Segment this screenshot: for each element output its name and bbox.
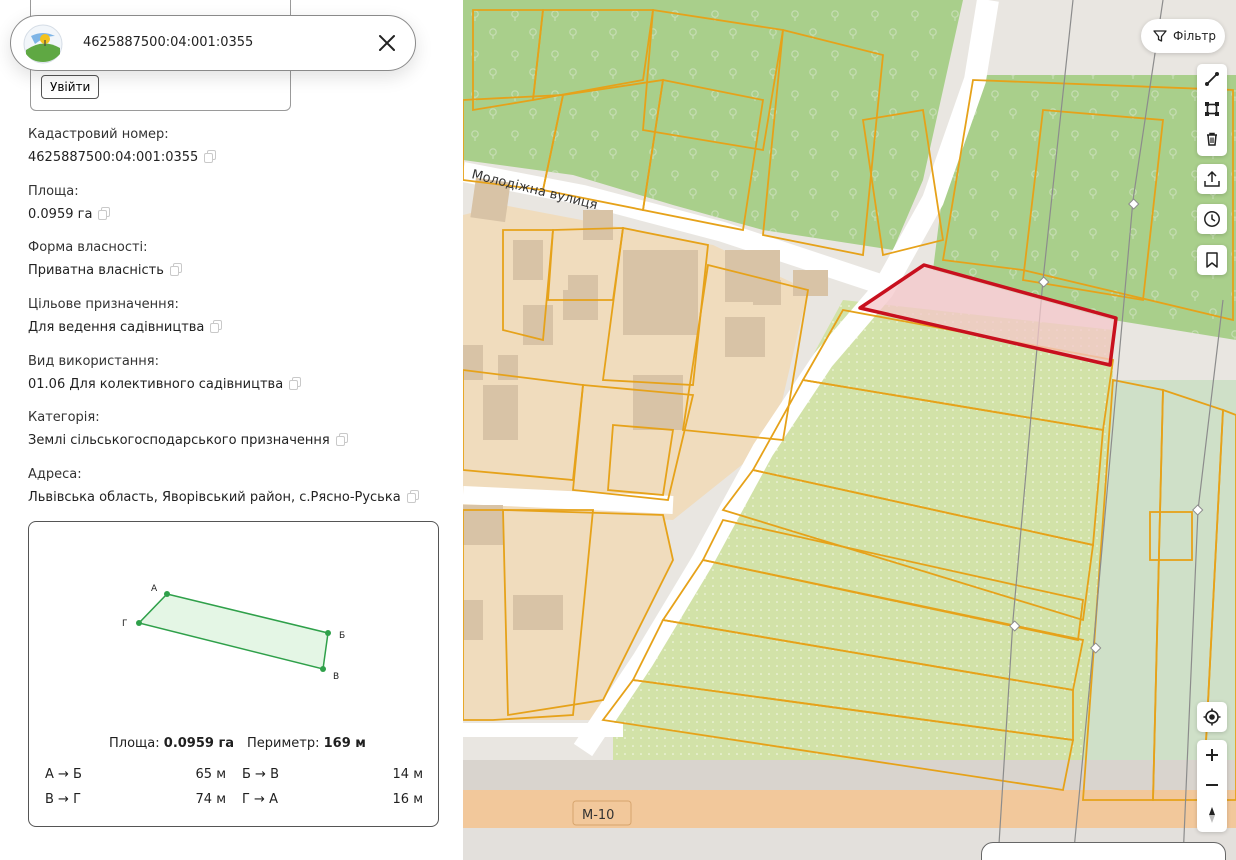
draw-line-button[interactable] — [1197, 64, 1227, 94]
clock-icon — [1204, 211, 1220, 227]
road-label: М-10 — [582, 808, 614, 823]
category-value: Землі сільськогосподарського призначення — [28, 433, 330, 448]
parcel-shape-diagram: А Б В Г — [122, 584, 345, 682]
shape-perimeter-label: Периметр: — [247, 736, 320, 751]
segment-length: 16 м — [392, 792, 423, 807]
vertex-marker — [325, 630, 331, 636]
segment-name: Б → В — [242, 767, 279, 782]
parcel-shape-polygon — [137, 593, 329, 670]
bottom-popup-edge[interactable] — [981, 842, 1226, 860]
parcel-shape-card: А Б В Г Площа: 0.0959 га Периметр: 169 м… — [28, 521, 439, 827]
parcel-info-panel: Увійти Кадастровий номер: 4625887500:04:… — [0, 0, 463, 860]
vertex-label-g: Г — [122, 619, 128, 629]
segment-length: 65 м — [195, 767, 226, 782]
minus-icon — [1206, 784, 1218, 786]
segment-name: А → Б — [45, 767, 82, 782]
zoom-in-button[interactable] — [1197, 740, 1227, 770]
filter-label: Фільтр — [1173, 29, 1217, 43]
copy-icon[interactable] — [406, 490, 419, 503]
cadastral-number-value: 4625887500:04:001:0355 — [28, 150, 199, 165]
usage-field: Вид використання: 01.06 Для колективного… — [28, 354, 302, 392]
upload-icon — [1204, 170, 1220, 187]
vertex-marker — [320, 666, 326, 672]
copy-icon[interactable] — [210, 320, 223, 333]
category-label: Категорія: — [28, 410, 100, 425]
compass-icon — [1209, 807, 1215, 823]
shape-area-label: Площа: — [109, 736, 160, 751]
vertex-label-v: В — [333, 672, 339, 682]
ownership-label: Форма власності: — [28, 240, 148, 255]
zoom-controls — [1197, 740, 1227, 832]
shape-area-summary: Площа: 0.0959 га — [109, 736, 234, 751]
ownership-value: Приватна власність — [28, 263, 164, 278]
area-label: Площа: — [28, 184, 79, 199]
category-field: Категорія: Землі сільськогосподарського … — [28, 410, 348, 448]
bookmark-button[interactable] — [1197, 245, 1227, 275]
app-root: Увійти Кадастровий номер: 4625887500:04:… — [0, 0, 1236, 860]
draw-polygon-button[interactable] — [1197, 94, 1227, 124]
trash-icon — [1207, 132, 1217, 146]
vertex-marker — [136, 620, 142, 626]
plus-icon — [1206, 749, 1218, 761]
area-value: 0.0959 га — [28, 207, 93, 222]
segment-length: 14 м — [392, 767, 423, 782]
compass-button[interactable] — [1197, 800, 1227, 830]
area-field: Площа: 0.0959 га — [28, 184, 111, 222]
ownership-field: Форма власності: Приватна власність — [28, 240, 182, 278]
locate-icon — [1203, 708, 1221, 726]
draw-tools — [1197, 64, 1227, 156]
copy-icon[interactable] — [98, 207, 111, 220]
history-button[interactable] — [1197, 204, 1227, 234]
purpose-value: Для ведення садівництва — [28, 320, 205, 335]
segment-length: 74 м — [195, 792, 226, 807]
shape-perimeter-value: 169 м — [323, 736, 366, 751]
export-button[interactable] — [1197, 164, 1227, 194]
draw-polygon-icon — [1205, 102, 1219, 116]
copy-icon[interactable] — [169, 263, 182, 276]
app-logo — [23, 24, 63, 64]
login-button[interactable]: Увійти — [41, 75, 100, 99]
close-icon[interactable] — [375, 31, 399, 55]
segment-name: В → Г — [45, 792, 82, 807]
bookmark-icon — [1206, 252, 1218, 268]
cadastral-number-field: Кадастровий номер: 4625887500:04:001:035… — [28, 127, 217, 165]
shape-perimeter-summary: Периметр: 169 м — [247, 736, 366, 751]
search-query[interactable]: 4625887500:04:001:0355 — [83, 35, 253, 50]
address-label: Адреса: — [28, 467, 82, 482]
filter-button[interactable]: Фільтр — [1141, 19, 1225, 53]
segment-name: Г → А — [242, 792, 278, 807]
vertex-label-b: Б — [339, 631, 345, 641]
copy-icon[interactable] — [335, 433, 348, 446]
address-field: Адреса: Львівська область, Яворівський р… — [28, 467, 419, 505]
funnel-icon — [1153, 30, 1167, 42]
copy-icon[interactable] — [204, 150, 217, 163]
vertex-label-a: А — [151, 584, 158, 594]
usage-label: Вид використання: — [28, 354, 159, 369]
purpose-label: Цільове призначення: — [28, 297, 179, 312]
purpose-field: Цільове призначення: Для ведення садівни… — [28, 297, 223, 335]
delete-drawing-button[interactable] — [1197, 124, 1227, 154]
usage-value: 01.06 Для колективного садівництва — [28, 377, 284, 392]
cadastral-map[interactable]: Молодіжна вулиця М-10 Фільтр — [463, 0, 1236, 860]
search-bar[interactable]: 4625887500:04:001:0355 — [10, 15, 416, 71]
draw-line-icon — [1205, 72, 1219, 86]
shape-area-value: 0.0959 га — [163, 736, 235, 751]
zoom-out-button[interactable] — [1197, 770, 1227, 800]
cadastral-number-label: Кадастровий номер: — [28, 127, 169, 142]
vertex-marker — [164, 591, 170, 597]
copy-icon[interactable] — [289, 377, 302, 390]
address-value: Львівська область, Яворівський район, с.… — [28, 490, 401, 505]
map-canvas[interactable]: Молодіжна вулиця М-10 — [463, 0, 1236, 860]
locate-button[interactable] — [1197, 702, 1227, 732]
